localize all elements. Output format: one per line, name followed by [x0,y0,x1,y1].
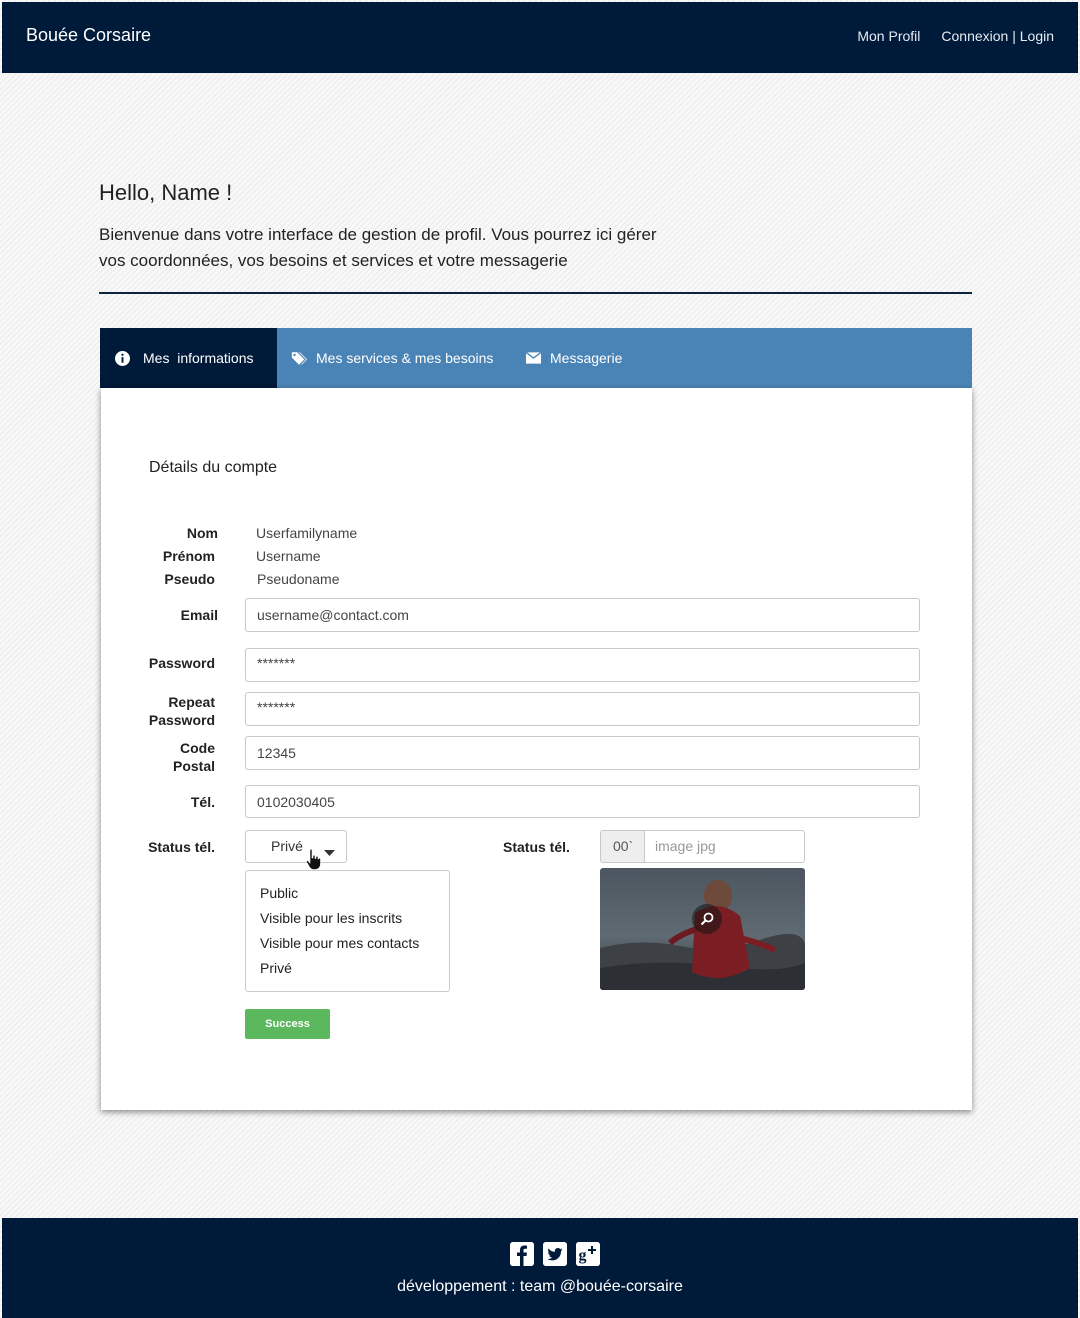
label-line: Password [148,712,215,728]
label-pseudo: Pseudo [164,571,215,587]
divider [99,292,972,294]
value-nom: Userfamilyname [256,525,358,541]
label-line: Code [180,740,215,756]
password-field[interactable]: ******* [245,648,920,682]
nav-links: Mon Profil Connexion | Login [857,28,1054,44]
label-line: Postal [172,758,215,774]
footer: g développement : team @bouée-corsaire [2,1218,1078,1318]
profile-photo-preview[interactable] [600,868,805,990]
label-status-tel-image: Status tél. [503,839,570,855]
google-plus-icon[interactable]: g [576,1242,600,1266]
dropdown-option[interactable]: Visible pour les inscrits [260,910,402,926]
status-tel-dropdown: Public Visible pour les inscrits Visible… [245,870,450,992]
label-code-postal: Code Postal [141,739,215,775]
zoom-icon[interactable] [692,904,722,934]
label-email: Email [180,607,218,623]
social-links: g [510,1242,600,1266]
value-prenom: Username [256,548,321,564]
dropdown-option[interactable]: Privé [260,960,292,976]
tab-messagerie[interactable]: Messagerie [526,328,622,388]
tab-label: Mes services & mes besoins [316,350,494,366]
label-tel: Tél. [190,794,215,810]
envelope-icon [526,352,541,364]
success-button[interactable]: Success [245,1009,330,1039]
panel-title: Détails du compte [149,459,278,476]
label-repeat-password: Repeat Password [141,693,215,729]
label-password: Password [148,655,215,671]
value-pseudo: Pseudoname [257,571,340,587]
tab-mes-services[interactable]: Mes services & mes besoins [291,328,493,388]
top-navbar: Bouée Corsaire Mon Profil Connexion | Lo… [2,2,1078,73]
code-postal-field[interactable]: 12345 [245,736,920,770]
label-status-tel: Status tél. [148,839,215,855]
dropdown-option[interactable]: Public [260,885,298,901]
repeat-password-field[interactable]: ******* [245,692,920,726]
tags-icon [291,351,307,366]
caret-down-icon [324,844,335,860]
nav-link-mon-profil[interactable]: Mon Profil [857,28,920,44]
intro-line-1: Bienvenue dans votre interface de gestio… [99,225,657,244]
twitter-icon[interactable] [543,1242,567,1266]
label-prenom: Prénom [162,548,215,564]
tab-label: Mes informations [143,350,254,366]
status-tel-select[interactable]: Privé [245,830,347,870]
tab-mes-informations[interactable]: Mes informations [100,328,277,388]
intro-text: Bienvenue dans votre interface de gestio… [99,222,719,274]
info-icon [115,350,130,366]
account-details-panel: Détails du compte Nom Userfamilyname Pré… [101,388,972,1110]
tab-label: Messagerie [550,350,623,366]
input-prefix: 00` [600,830,645,863]
brand-logo[interactable]: Bouée Corsaire [26,25,151,46]
profile-tabs: Mes informations Mes services & mes beso… [100,328,972,388]
nav-link-login[interactable]: Connexion | Login [941,28,1054,44]
tel-field[interactable]: 0102030405 [245,785,920,818]
select-value: Privé [271,838,303,854]
page-title: Hello, Name ! [99,180,233,205]
facebook-icon[interactable] [510,1242,534,1266]
image-file-input[interactable]: image jpg [644,830,805,863]
email-field[interactable]: username@contact.com [245,598,920,632]
label-nom: Nom [186,525,218,541]
svg-text:g: g [579,1247,587,1264]
label-line: Repeat [168,694,215,710]
footer-credit: développement : team @bouée-corsaire [397,1278,683,1295]
dropdown-option[interactable]: Visible pour mes contacts [260,935,419,951]
intro-line-2: vos coordonnées, vos besoins et services… [99,251,568,270]
